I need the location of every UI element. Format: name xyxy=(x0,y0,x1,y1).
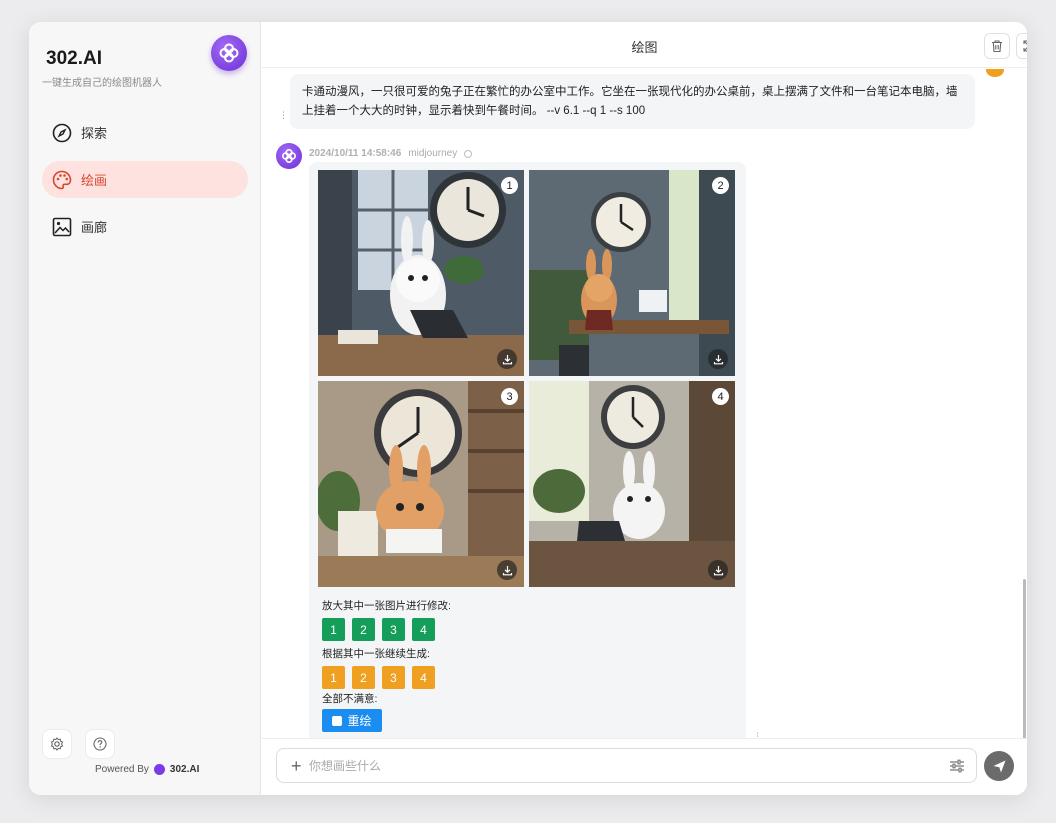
clear-chat-button[interactable] xyxy=(984,33,1010,59)
variation-2-button[interactable]: 2 xyxy=(352,666,375,689)
sidebar-footer-actions xyxy=(42,729,115,759)
sidebar: 302.AI 一键生成自己的绘图机器人 探索 绘画 画廊 Powered By … xyxy=(29,22,261,795)
bot-reply-card: 1 2 3 4 放大其中一张图片进行修改: 1 2 3 4 根据其中一张继续生成… xyxy=(309,162,746,739)
variation-buttons: 1 2 3 4 xyxy=(322,666,435,689)
status-icon xyxy=(464,149,473,158)
image-number-badge: 1 xyxy=(501,177,518,194)
upscale-buttons: 1 2 3 4 xyxy=(322,618,435,641)
help-button[interactable] xyxy=(85,729,115,759)
expand-icon xyxy=(1023,40,1027,52)
reroll-button-label: 重绘 xyxy=(347,714,372,728)
sidebar-item-label: 绘画 xyxy=(81,173,108,188)
download-button[interactable] xyxy=(497,349,517,369)
settings-icon xyxy=(50,737,64,751)
download-button[interactable] xyxy=(497,560,517,580)
trash-icon xyxy=(992,40,1002,53)
reply-model: midjourney xyxy=(408,148,458,159)
prompt-input[interactable] xyxy=(309,749,909,782)
variation-label: 根据其中一张继续生成: xyxy=(322,648,430,660)
sidebar-item-gallery[interactable]: 画廊 xyxy=(42,208,248,245)
upscale-label: 放大其中一张图片进行修改: xyxy=(322,600,451,612)
send-button[interactable] xyxy=(984,751,1014,781)
chat-scrollbar[interactable] xyxy=(1023,579,1026,739)
message-menu-icon[interactable]: ⋮ xyxy=(279,111,288,120)
mini-logo-icon xyxy=(153,764,165,775)
composer: + xyxy=(262,738,1027,795)
image-icon xyxy=(52,217,72,237)
download-button[interactable] xyxy=(708,560,728,580)
fullscreen-button[interactable] xyxy=(1016,33,1027,59)
download-icon xyxy=(502,354,512,364)
generated-image-2[interactable]: 2 xyxy=(529,170,735,376)
brand-logo-icon xyxy=(211,35,247,71)
download-button[interactable] xyxy=(708,349,728,369)
refresh-icon xyxy=(332,715,343,726)
sidebar-item-label: 画廊 xyxy=(81,220,108,235)
brand-tagline: 一键生成自己的绘图机器人 xyxy=(42,78,162,89)
image-grid: 1 2 3 4 xyxy=(318,170,738,590)
send-icon xyxy=(993,760,1005,772)
download-icon xyxy=(713,354,723,364)
powered-by-label: Powered By xyxy=(95,764,149,775)
sidebar-item-label: 探索 xyxy=(81,126,108,141)
upscale-2-button[interactable]: 2 xyxy=(352,618,375,641)
image-number-badge: 4 xyxy=(712,388,729,405)
reply-timestamp: 2024/10/11 14:58:46 xyxy=(309,148,402,159)
settings-sliders-icon[interactable] xyxy=(949,758,965,779)
user-avatar xyxy=(986,69,1004,77)
reroll-button[interactable]: 重绘 xyxy=(322,709,382,732)
image-number-badge: 2 xyxy=(712,177,729,194)
settings-button[interactable] xyxy=(42,729,72,759)
palette-icon xyxy=(52,170,72,190)
download-icon xyxy=(502,565,512,575)
upscale-1-button[interactable]: 1 xyxy=(322,618,345,641)
prompt-input-box: + xyxy=(276,748,977,783)
generated-image-3[interactable]: 3 xyxy=(318,381,524,587)
compass-icon xyxy=(52,123,72,143)
upscale-4-button[interactable]: 4 xyxy=(412,618,435,641)
reply-meta: 2024/10/11 14:58:46 midjourney xyxy=(309,148,473,159)
main-panel: 绘图 卡通动漫风，一只很可爱的兔子正在繁忙的办公室中工作。它坐在一张现代化的办公… xyxy=(262,22,1027,795)
plus-icon[interactable]: + xyxy=(291,757,302,775)
generated-image-1[interactable]: 1 xyxy=(318,170,524,376)
download-icon xyxy=(713,565,723,575)
reroll-label: 全部不满意: xyxy=(322,693,378,705)
sidebar-item-draw[interactable]: 绘画 xyxy=(42,161,248,198)
help-icon xyxy=(93,737,107,751)
sidebar-item-explore[interactable]: 探索 xyxy=(42,114,248,151)
page-title: 绘图 xyxy=(631,40,658,55)
upscale-3-button[interactable]: 3 xyxy=(382,618,405,641)
user-prompt-message: 卡通动漫风，一只很可爱的兔子正在繁忙的办公室中工作。它坐在一张现代化的办公桌前，… xyxy=(290,74,975,129)
powered-by: Powered By 302.AI xyxy=(95,764,199,775)
variation-3-button[interactable]: 3 xyxy=(382,666,405,689)
variation-4-button[interactable]: 4 xyxy=(412,666,435,689)
chat-area: 卡通动漫风，一只很可爱的兔子正在繁忙的办公室中工作。它坐在一张现代化的办公桌前，… xyxy=(262,69,1027,739)
header: 绘图 xyxy=(262,22,1027,68)
generated-image-4[interactable]: 4 xyxy=(529,381,735,587)
powered-by-brand: 302.AI xyxy=(169,764,200,775)
sidebar-nav: 探索 绘画 画廊 xyxy=(42,114,248,255)
app-window: 302.AI 一键生成自己的绘图机器人 探索 绘画 画廊 Powered By … xyxy=(29,22,1027,795)
variation-1-button[interactable]: 1 xyxy=(322,666,345,689)
bot-avatar xyxy=(276,143,302,169)
image-number-badge: 3 xyxy=(501,388,518,405)
brand-name: 302.AI xyxy=(46,48,102,69)
